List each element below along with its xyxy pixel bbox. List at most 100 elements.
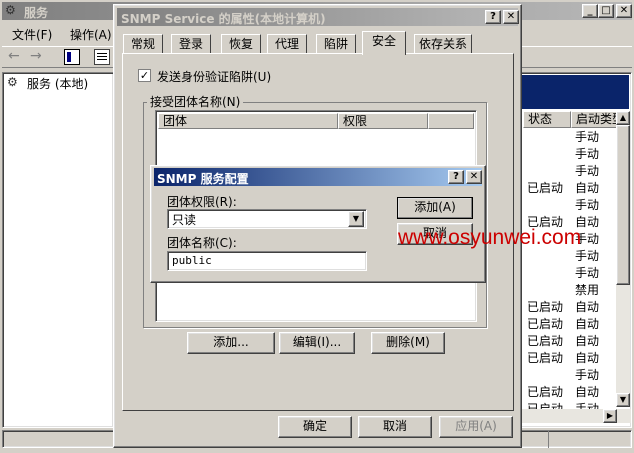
tab-general[interactable]: 常规 bbox=[123, 34, 163, 54]
community-rights-value: 只读 bbox=[172, 213, 197, 227]
tree-item-services-local[interactable]: 服务 (本地) bbox=[25, 75, 90, 92]
table-row[interactable]: 禁用 bbox=[525, 282, 617, 299]
tab-dependencies[interactable]: 依存关系 bbox=[414, 34, 472, 54]
properties-icon[interactable] bbox=[94, 49, 110, 65]
tab-agent[interactable]: 代理 bbox=[267, 34, 307, 54]
menu-file[interactable]: 文件(F) bbox=[12, 26, 52, 43]
row-status: 已启动 bbox=[527, 334, 564, 348]
snmp-config-help-button[interactable]: ? bbox=[448, 170, 464, 184]
row-start-type: 手动 bbox=[575, 130, 600, 144]
row-status: 已启动 bbox=[527, 300, 564, 314]
row-start-type: 自动 bbox=[575, 334, 600, 348]
horizontal-scrollbar[interactable]: ▶ bbox=[521, 409, 631, 423]
services-header-band bbox=[521, 75, 629, 109]
row-status: 已启动 bbox=[527, 385, 564, 399]
cancel-button[interactable]: 取消 bbox=[358, 416, 432, 438]
services-minimize-button[interactable]: _ bbox=[582, 4, 598, 18]
add-community-button[interactable]: 添加... bbox=[187, 332, 275, 354]
row-start-type: 手动 bbox=[575, 266, 600, 280]
col-header-status[interactable]: 状态 bbox=[523, 111, 571, 128]
watermark-text: www.osyunwei.com bbox=[398, 226, 582, 249]
table-row[interactable]: 手动 bbox=[525, 146, 617, 163]
chevron-down-icon[interactable]: ▼ bbox=[348, 211, 364, 227]
community-name-input[interactable]: public bbox=[167, 251, 367, 271]
row-start-type: 自动 bbox=[575, 351, 600, 365]
row-start-type: 手动 bbox=[575, 198, 600, 212]
snmp-add-button[interactable]: 添加(A) bbox=[397, 197, 473, 219]
col-header-start-type[interactable]: 启动类型 bbox=[571, 111, 617, 128]
table-row[interactable]: 手动 bbox=[525, 265, 617, 282]
table-row[interactable]: 手动 bbox=[525, 163, 617, 180]
properties-titlebar[interactable]: SNMP Service 的属性(本地计算机) ? ✕ bbox=[117, 8, 519, 26]
snmp-config-title: SNMP 服务配置 bbox=[157, 172, 249, 186]
col-header-rights[interactable]: 权限 bbox=[338, 113, 428, 129]
row-start-type: 自动 bbox=[575, 385, 600, 399]
services-close-button[interactable]: ✕ bbox=[616, 4, 632, 18]
services-app-icon: ⚙ bbox=[5, 3, 16, 17]
scroll-down-icon[interactable]: ▼ bbox=[616, 393, 630, 407]
table-row[interactable]: 已启动 手动 bbox=[525, 401, 617, 409]
tab-security[interactable]: 安全 bbox=[362, 31, 406, 55]
properties-help-button[interactable]: ? bbox=[485, 10, 501, 24]
row-start-type: 手动 bbox=[575, 368, 600, 382]
edit-community-button[interactable]: 编辑(I)... bbox=[279, 332, 355, 354]
services-rows: 手动 手动 手动 已启动 自动 手动 已启动 自动 手动 手动 手动 禁用 已启动 自动 已启动 自动 已启动自… bbox=[525, 129, 617, 409]
apply-button[interactable]: 应用(A) bbox=[439, 416, 513, 438]
row-status: 已启动 bbox=[527, 181, 564, 195]
community-rights-select[interactable]: 只读 ▼ bbox=[167, 209, 367, 229]
col-header-community[interactable]: 团体 bbox=[158, 113, 338, 129]
services-title: 服务 bbox=[24, 6, 49, 20]
snmp-config-close-button[interactable]: ✕ bbox=[466, 170, 482, 184]
table-row[interactable]: 手动 bbox=[525, 197, 617, 214]
table-row[interactable]: 手动 bbox=[525, 367, 617, 384]
tab-traps[interactable]: 陷阱 bbox=[316, 34, 356, 54]
properties-close-button[interactable]: ✕ bbox=[503, 10, 519, 24]
menu-action[interactable]: 操作(A) bbox=[70, 26, 112, 43]
show-hide-tree-icon[interactable] bbox=[64, 49, 80, 65]
table-row[interactable]: 已启动 自动 bbox=[525, 316, 617, 333]
table-row[interactable]: 已启动 自动 bbox=[525, 180, 617, 197]
back-arrow-icon[interactable]: ← bbox=[8, 48, 20, 64]
snmp-config-dialog: SNMP 服务配置 ? ✕ 团体权限(R): 只读 ▼ 团体名称(C): pub… bbox=[150, 165, 486, 283]
forward-arrow-icon[interactable]: → bbox=[30, 48, 42, 64]
tree-pane: ⚙ 服务 (本地) bbox=[2, 72, 114, 428]
scroll-right-icon[interactable]: ▶ bbox=[603, 409, 617, 423]
table-row[interactable]: 已启动 自动 bbox=[525, 350, 617, 367]
row-status: 已启动 bbox=[527, 402, 564, 409]
snmp-config-titlebar[interactable]: SNMP 服务配置 ? ✕ bbox=[154, 168, 482, 186]
row-start-type: 手动 bbox=[575, 402, 600, 409]
scroll-thumb[interactable] bbox=[616, 125, 630, 285]
services-maximize-button[interactable]: □ bbox=[598, 4, 614, 18]
community-rights-label: 团体权限(R): bbox=[167, 195, 237, 209]
properties-title: SNMP Service 的属性(本地计算机) bbox=[121, 12, 326, 26]
row-start-type: 自动 bbox=[575, 181, 600, 195]
row-start-type: 手动 bbox=[575, 249, 600, 263]
table-row[interactable]: 手动 bbox=[525, 129, 617, 146]
row-start-type: 手动 bbox=[575, 164, 600, 178]
tree-services-icon: ⚙ bbox=[7, 75, 18, 89]
table-row[interactable]: 已启动 自动 bbox=[525, 299, 617, 316]
accepted-communities-label: 接受团体名称(N) bbox=[147, 95, 244, 109]
services-list-pane: 状态 启动类型 手动手动手动已启动自动手动已启动自动手动手动手动禁用已启动自动已… bbox=[518, 72, 632, 428]
community-name-label: 团体名称(C): bbox=[167, 236, 237, 250]
send-auth-trap-checkbox[interactable]: ✓ bbox=[138, 69, 151, 82]
row-start-type: 禁用 bbox=[575, 283, 600, 297]
table-row[interactable]: 已启动 自动 bbox=[525, 384, 617, 401]
ok-button[interactable]: 确定 bbox=[278, 416, 352, 438]
row-start-type: 自动 bbox=[575, 317, 600, 331]
row-start-type: 手动 bbox=[575, 147, 600, 161]
vertical-scrollbar[interactable]: ▲ ▼ bbox=[616, 111, 630, 407]
tab-recovery[interactable]: 恢复 bbox=[221, 34, 261, 54]
row-status: 已启动 bbox=[527, 351, 564, 365]
status-bar-divider bbox=[548, 430, 549, 448]
table-row[interactable]: 手动 bbox=[525, 248, 617, 265]
community-name-value: public bbox=[172, 254, 212, 267]
row-status: 已启动 bbox=[527, 317, 564, 331]
send-auth-trap-label: 发送身份验证陷阱(U) bbox=[157, 70, 272, 84]
delete-community-button[interactable]: 删除(M) bbox=[371, 332, 445, 354]
tab-logon[interactable]: 登录 bbox=[171, 34, 211, 54]
col-header-filler bbox=[428, 113, 474, 129]
table-row[interactable]: 已启动 自动 bbox=[525, 333, 617, 350]
row-start-type: 自动 bbox=[575, 300, 600, 314]
scroll-up-icon[interactable]: ▲ bbox=[616, 111, 630, 125]
